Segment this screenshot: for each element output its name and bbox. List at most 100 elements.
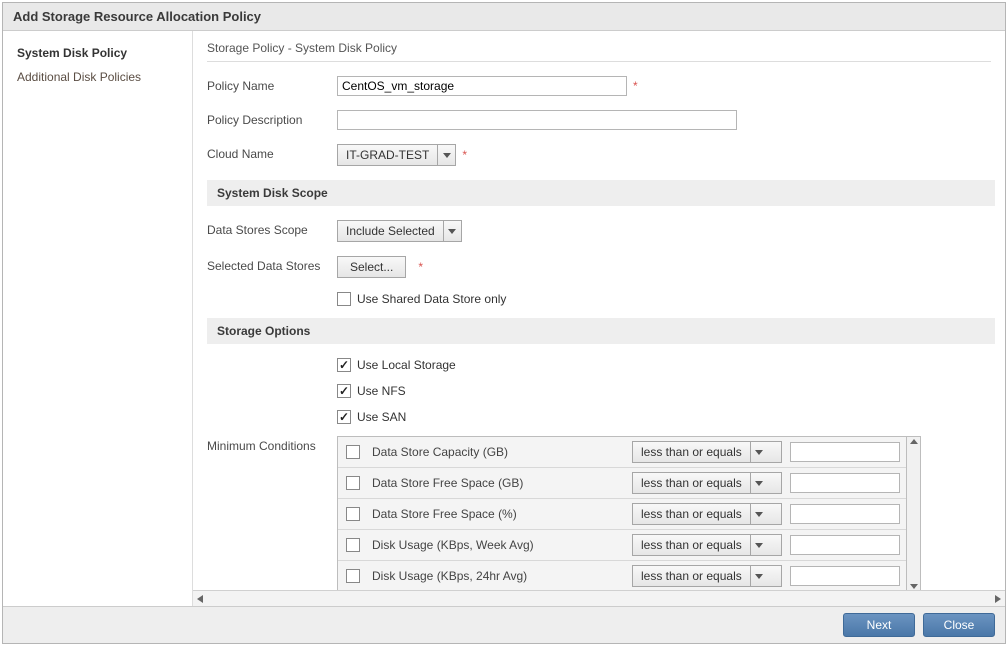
use-san-checkbox[interactable] [337,410,351,424]
horizontal-scrollbar[interactable] [193,590,1005,606]
dialog: Add Storage Resource Allocation Policy S… [2,2,1006,644]
condition-row: Data Store Free Space (%) less than or e… [338,499,906,530]
condition-label: Disk Usage (KBps, Week Avg) [372,538,624,552]
use-local-storage-checkbox[interactable] [337,358,351,372]
condition-value-input[interactable] [790,566,900,586]
condition-operator-select[interactable]: less than or equals [632,503,782,525]
label-cloud-name: Cloud Name [207,144,337,161]
condition-operator-select[interactable]: less than or equals [632,441,782,463]
condition-row: Data Store Capacity (GB) less than or eq… [338,437,906,468]
row-use-local-storage: Use Local Storage [337,358,995,372]
sidebar: System Disk Policy Additional Disk Polic… [3,31,193,606]
dropdown-button[interactable] [750,442,768,462]
main-scroll-area[interactable]: Policy Name * Policy Description Cloud N… [193,62,1005,590]
chevron-down-icon [755,481,763,486]
condition-checkbox[interactable] [346,476,360,490]
row-policy-name: Policy Name * [207,76,995,96]
condition-checkbox[interactable] [346,569,360,583]
use-local-storage-label: Use Local Storage [357,358,456,372]
use-nfs-label: Use NFS [357,384,406,398]
condition-operator-value: less than or equals [633,504,750,524]
sidebar-item-system-disk-policy[interactable]: System Disk Policy [3,41,192,65]
condition-row: Data Store Free Space (GB) less than or … [338,468,906,499]
row-cloud-name: Cloud Name IT-GRAD-TEST * [207,144,995,166]
condition-checkbox[interactable] [346,445,360,459]
condition-row: Disk Usage (KBps, 24hr Avg) less than or… [338,561,906,590]
dialog-title: Add Storage Resource Allocation Policy [3,3,1005,31]
dropdown-button[interactable] [750,504,768,524]
row-use-san: Use SAN [337,410,995,424]
condition-label: Disk Usage (KBps, 24hr Avg) [372,569,624,583]
dialog-footer: Next Close [3,606,1005,643]
condition-label: Data Store Capacity (GB) [372,445,624,459]
chevron-down-icon [755,450,763,455]
condition-operator-value: less than or equals [633,566,750,586]
dropdown-button[interactable] [443,221,461,241]
dialog-body: System Disk Policy Additional Disk Polic… [3,31,1005,606]
shared-only-label: Use Shared Data Store only [357,292,506,306]
condition-operator-select[interactable]: less than or equals [632,534,782,556]
conditions-scrollbar[interactable] [907,436,921,590]
row-use-nfs: Use NFS [337,384,995,398]
chevron-down-icon [448,229,456,234]
dropdown-button[interactable] [750,535,768,555]
condition-operator-value: less than or equals [633,442,750,462]
policy-name-input[interactable] [337,76,627,96]
condition-operator-value: less than or equals [633,473,750,493]
conditions-table: Data Store Capacity (GB) less than or eq… [337,436,907,590]
policy-description-input[interactable] [337,110,737,130]
condition-checkbox[interactable] [346,507,360,521]
main: Storage Policy - System Disk Policy Poli… [193,31,1005,606]
cloud-name-value: IT-GRAD-TEST [338,145,437,165]
use-san-label: Use SAN [357,410,406,424]
cloud-name-select[interactable]: IT-GRAD-TEST [337,144,456,166]
condition-row: Disk Usage (KBps, Week Avg) less than or… [338,530,906,561]
condition-value-input[interactable] [790,535,900,555]
required-indicator: * [462,148,467,162]
scroll-right-icon [995,595,1001,603]
condition-value-input[interactable] [790,442,900,462]
chevron-down-icon [443,153,451,158]
condition-value-input[interactable] [790,504,900,524]
condition-label: Data Store Free Space (GB) [372,476,624,490]
row-policy-description: Policy Description [207,110,995,130]
sidebar-item-additional-disk-policies[interactable]: Additional Disk Policies [3,65,192,89]
row-shared-only: Use Shared Data Store only [337,292,995,306]
select-data-stores-button[interactable]: Select... [337,256,406,278]
section-header-scope: System Disk Scope [207,180,995,206]
label-minimum-conditions: Minimum Conditions [207,436,337,453]
label-data-stores-scope: Data Stores Scope [207,220,337,237]
row-minimum-conditions: Minimum Conditions Data Store Capacity (… [207,436,995,590]
scroll-left-icon [197,595,203,603]
data-stores-scope-value: Include Selected [338,221,443,241]
label-policy-description: Policy Description [207,110,337,127]
shared-only-checkbox[interactable] [337,292,351,306]
data-stores-scope-select[interactable]: Include Selected [337,220,462,242]
row-selected-data-stores: Selected Data Stores Select... * [207,256,995,278]
condition-operator-select[interactable]: less than or equals [632,565,782,587]
section-header-options: Storage Options [207,318,995,344]
chevron-down-icon [755,512,763,517]
scroll-up-icon [910,439,918,444]
condition-checkbox[interactable] [346,538,360,552]
breadcrumb: Storage Policy - System Disk Policy [193,31,1005,61]
condition-operator-value: less than or equals [633,535,750,555]
condition-label: Data Store Free Space (%) [372,507,624,521]
required-indicator: * [418,260,423,274]
label-policy-name: Policy Name [207,76,337,93]
label-selected-data-stores: Selected Data Stores [207,256,337,273]
sidebar-item-label: Additional Disk Policies [17,70,141,84]
condition-operator-select[interactable]: less than or equals [632,472,782,494]
chevron-down-icon [755,574,763,579]
required-indicator: * [633,79,638,93]
dropdown-button[interactable] [437,145,455,165]
next-button[interactable]: Next [843,613,915,637]
dropdown-button[interactable] [750,473,768,493]
use-nfs-checkbox[interactable] [337,384,351,398]
close-button[interactable]: Close [923,613,995,637]
sidebar-item-label: System Disk Policy [17,46,127,60]
condition-value-input[interactable] [790,473,900,493]
chevron-down-icon [755,543,763,548]
dropdown-button[interactable] [750,566,768,586]
row-data-stores-scope: Data Stores Scope Include Selected [207,220,995,242]
